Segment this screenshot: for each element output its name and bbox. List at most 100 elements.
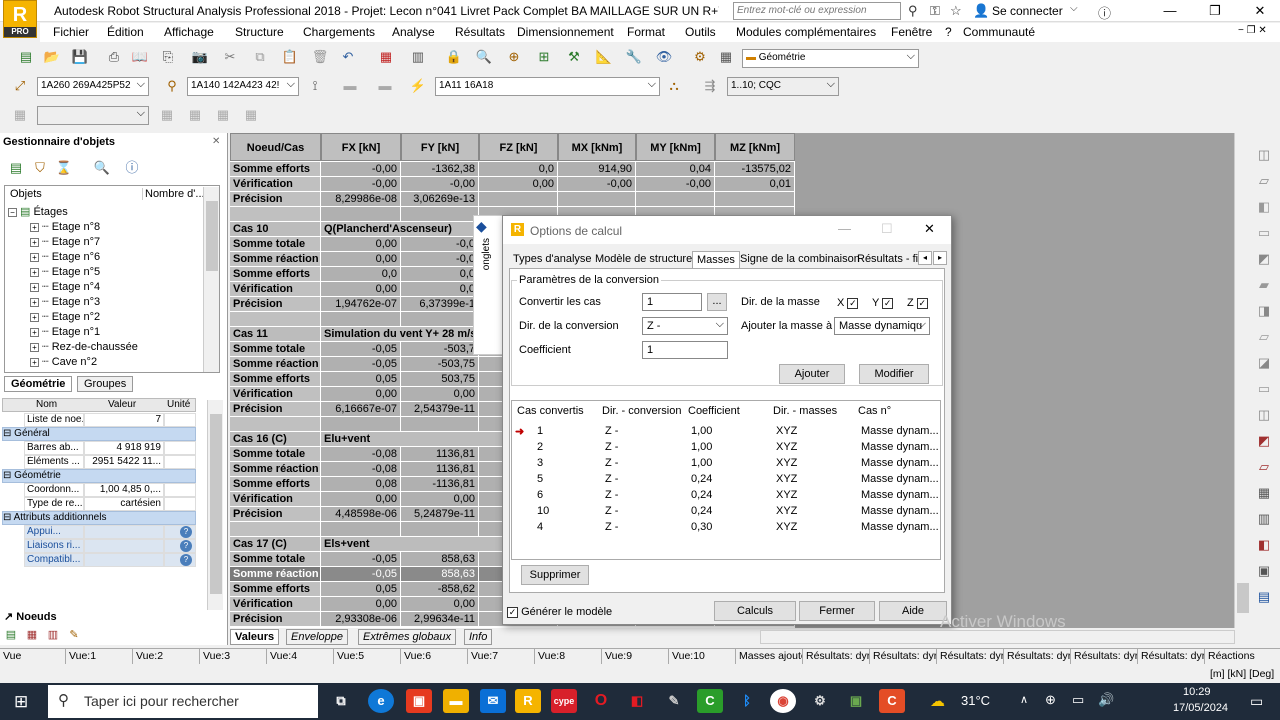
btab-info[interactable]: Info (464, 629, 493, 645)
menu-analyse[interactable]: Analyse (392, 25, 435, 39)
status-item[interactable]: Vue:7 (468, 649, 535, 664)
combination-icon[interactable]: ⇶ (700, 76, 720, 96)
property-value[interactable]: 7 (84, 413, 164, 427)
right-tool-icon[interactable]: ◩ (1254, 249, 1274, 269)
onglets-strip[interactable]: ◆ onglets (473, 215, 503, 355)
add-mass-select[interactable]: Masse dynamiqu (834, 317, 930, 335)
app-icon-4[interactable]: ▣ (843, 689, 869, 713)
menu-dimensionnement[interactable]: Dimensionnement (517, 25, 614, 39)
btab-extremes[interactable]: Extrêmes globaux (358, 629, 457, 645)
right-tool-icon[interactable]: ▥ (1254, 509, 1274, 529)
right-tool-icon[interactable]: ▤ (1254, 587, 1274, 607)
grid-scrollbar-h[interactable] (760, 630, 1235, 644)
list-col-3[interactable]: Dir. - masses (773, 405, 837, 417)
office-icon[interactable]: ▣ (406, 689, 432, 713)
help-circle-icon[interactable]: ? (180, 526, 192, 538)
tray-chevron-icon[interactable]: ∧ (1020, 693, 1028, 706)
status-item[interactable]: Résultats: dyr (937, 649, 1004, 664)
mdi-controls[interactable]: − ❐ ✕ (1238, 25, 1267, 36)
grid-header-3[interactable]: FZ [kN] (479, 133, 558, 161)
status-item[interactable]: Réactions (1205, 649, 1280, 664)
right-tool-icon[interactable]: ◧ (1254, 197, 1274, 217)
mass-y-check[interactable]: Y ✓ (872, 297, 894, 309)
property-row[interactable]: ⊟ Attributs additionnels (2, 511, 196, 525)
info-icon[interactable]: ⓘ (122, 158, 142, 178)
table-icon[interactable]: ▥ (408, 47, 428, 67)
props-scrollbar[interactable] (207, 400, 223, 610)
right-tool-icon[interactable]: ◨ (1254, 301, 1274, 321)
status-item[interactable]: Vue (0, 649, 66, 664)
menu-fichier[interactable]: Fichier (53, 25, 89, 39)
dialog-close[interactable]: ✕ (924, 221, 935, 237)
mass-x-check[interactable]: X ✓ (837, 297, 859, 309)
property-value[interactable] (84, 553, 164, 567)
tree-item-etage-2[interactable]: + ┈ Etage n°2 (30, 310, 100, 323)
right-tool-icon[interactable]: ◧ (1254, 535, 1274, 555)
property-value[interactable]: 4 918 919 (84, 441, 164, 455)
inspector-icon-2[interactable]: ▦ (24, 627, 40, 643)
nodes-select[interactable]: 1A260 269A425P52 (37, 77, 149, 96)
new-icon[interactable]: ▤ (16, 47, 36, 67)
volume-icon[interactable]: 🔊 (1098, 692, 1114, 708)
design-icon[interactable]: 📐 (594, 47, 614, 67)
right-tool-icon[interactable]: ▣ (1254, 561, 1274, 581)
property-row[interactable]: Coordonn... 1,00 4,85 0,... (2, 483, 196, 497)
right-tool-icon[interactable]: ▦ (1254, 483, 1274, 503)
edge-icon[interactable]: e (368, 689, 394, 713)
taskbar-search[interactable]: ⚲ Taper ici pour rechercher (48, 685, 318, 718)
list-item[interactable]: 6 Z - 0,24 XYZ Masse dynam... (512, 489, 940, 505)
opera-icon[interactable]: O (588, 689, 614, 713)
grid-header-1[interactable]: FX [kN] (321, 133, 401, 161)
menu-fenetre[interactable]: Fenêtre (891, 25, 932, 39)
property-row[interactable]: Liste de noe... 7 (2, 413, 196, 427)
workspace-scrollbar-v[interactable] (1234, 133, 1250, 628)
layout-select[interactable]: ▬ Géométrie (742, 49, 919, 68)
help-button[interactable]: Aide (879, 601, 947, 621)
tree-icon[interactable]: ▤ (6, 158, 26, 178)
inspector-icon-3[interactable]: ▥ (45, 627, 61, 643)
search-input[interactable]: Entrez mot-clé ou expression (733, 2, 901, 20)
dtab-masses[interactable]: Masses (692, 251, 740, 269)
tree-item-etage-1[interactable]: + ┈ Etage n°1 (30, 325, 100, 338)
lock-icon[interactable]: 🔒 (444, 47, 464, 67)
paste-icon[interactable]: 📋 (280, 47, 300, 67)
property-row[interactable]: ⊟ Général (2, 427, 196, 441)
tab-scroll-left[interactable]: ◂ (918, 251, 932, 265)
print-icon[interactable]: ⎙ (104, 47, 124, 67)
list-item[interactable]: 3 Z - 1,00 XYZ Masse dynam... (512, 457, 940, 473)
right-tool-icon[interactable]: ▰ (1254, 275, 1274, 295)
cype-icon[interactable]: cype (551, 689, 577, 713)
modes-select[interactable]: 1..10; CQC (727, 77, 839, 96)
settings-icon[interactable]: ⚙ (690, 47, 710, 67)
dtab-modele[interactable]: Modèle de structure (591, 251, 696, 269)
maximize-button[interactable]: ❐ (1200, 2, 1230, 20)
dir-conv-select[interactable]: Z - (642, 317, 728, 335)
right-tool-icon[interactable]: ▱ (1254, 327, 1274, 347)
gen-model-check[interactable]: ✓ Générer le modèle (507, 606, 612, 618)
menu-structure[interactable]: Structure (235, 25, 284, 39)
btab-enveloppe[interactable]: Enveloppe (286, 629, 348, 645)
property-value[interactable]: cartésien (84, 497, 164, 511)
minimize-button[interactable]: — (1155, 2, 1185, 20)
tab-geometrie[interactable]: Géométrie (4, 376, 73, 392)
list-item[interactable]: 10 Z - 0,24 XYZ Masse dynam... (512, 505, 940, 521)
menu-communaute[interactable]: Communauté (963, 25, 1035, 39)
undo-icon[interactable]: ↶ (338, 47, 358, 67)
list-item[interactable]: 4 Z - 0,30 XYZ Masse dynam... (512, 521, 940, 537)
menu-help[interactable]: ? (945, 25, 952, 39)
hourglass-icon[interactable]: ⌛ (54, 158, 74, 178)
right-tool-icon[interactable]: ◩ (1254, 431, 1274, 451)
status-item[interactable]: Vue:9 (602, 649, 669, 664)
menu-outils[interactable]: Outils (685, 25, 716, 39)
dialog-maximize[interactable]: ☐ (881, 221, 893, 237)
inspector-icon-1[interactable]: ▤ (3, 627, 19, 643)
status-item[interactable]: Vue:6 (401, 649, 468, 664)
inspector-icon-4[interactable]: ✎ (66, 627, 82, 643)
tab-scroll-right[interactable]: ▸ (933, 251, 947, 265)
menu-edition[interactable]: Édition (107, 25, 144, 39)
delete-button[interactable]: Supprimer (521, 565, 589, 585)
user-icon[interactable]: 👤 (973, 3, 989, 19)
dtab-signe[interactable]: Signe de la combinaison (736, 251, 864, 269)
tree-scrollbar[interactable] (203, 187, 219, 372)
cases-select[interactable]: 1A11 16A18 (435, 77, 660, 96)
